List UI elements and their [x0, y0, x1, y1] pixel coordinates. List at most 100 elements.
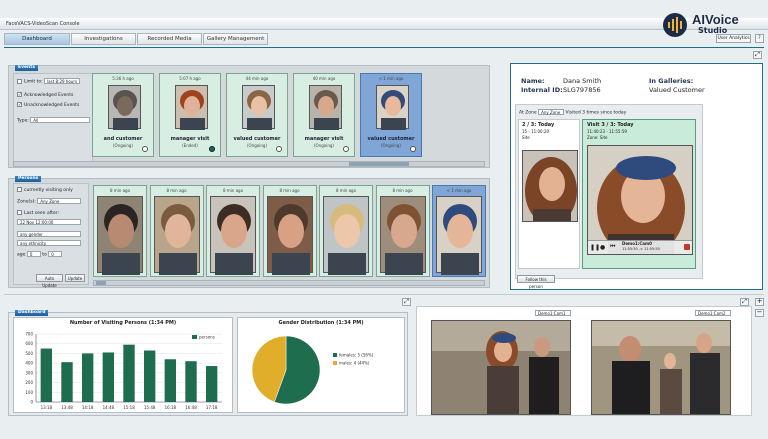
legend-label: males: 4 (44%) — [339, 361, 370, 366]
type-label: Type: — [17, 118, 29, 124]
event-face-art — [180, 90, 205, 130]
visit-3-video[interactable]: ❚❚ ● ⏮ Demo1:Cam0 11:55:30 -> 11:55:50 — [587, 145, 693, 255]
bar-chart-svg: 0 100 200 300 400 500 600 700 13:18 13:48 14:18 14:… — [25, 332, 222, 410]
event-card[interactable]: 44 min ago valued customer (Ongoing) — [226, 73, 288, 157]
zone-select[interactable]: Any Zone — [37, 198, 82, 204]
last-seen-row[interactable]: Last seen after: — [17, 210, 59, 216]
visit-3-card[interactable]: Visit 3 / 3: Today 11:40:23 - 11:55:59 Z… — [582, 119, 696, 269]
event-card[interactable]: 5:36 h ago and customer (Ongoing) — [92, 73, 154, 157]
update-button[interactable]: Update — [65, 274, 85, 282]
cam-time: 11:55:30 -> 11:55:50 — [622, 247, 660, 251]
tab-gallery-management[interactable]: Gallery Management — [203, 33, 268, 45]
person-face-art — [271, 204, 310, 275]
acknowledge-radio[interactable] — [209, 146, 215, 152]
limit-to-row[interactable]: Limit to: last 8:29 hours — [17, 78, 81, 85]
person-card[interactable]: 8 min ago — [93, 185, 147, 277]
follow-person-button[interactable]: Follow this person — [517, 275, 555, 289]
pause-icon[interactable]: ❚❚ — [590, 244, 600, 251]
camera-2-view[interactable] — [591, 320, 731, 415]
user-analytics-button[interactable]: User Analytics — [716, 34, 751, 43]
age-from-input[interactable]: 0 — [26, 251, 41, 257]
bar — [143, 350, 156, 402]
persons-scroll-thumb[interactable] — [96, 281, 106, 285]
help-button[interactable]: ? — [755, 34, 764, 43]
bar — [61, 362, 73, 402]
zone-label: Zone(s): — [17, 199, 36, 205]
acknowledged-row[interactable]: ✓ Acknowledged Events — [17, 92, 73, 98]
events-scrollbar[interactable] — [13, 161, 485, 167]
y-tick-label: 600 — [25, 341, 33, 346]
y-tick-label: 300 — [25, 370, 33, 375]
event-card[interactable]: 40 min ago manager visit (Ongoing) — [293, 73, 355, 157]
remove-icon[interactable]: − — [755, 309, 764, 317]
event-card[interactable]: 5:07 h ago manager visit (Ended) — [159, 73, 221, 157]
person-face-art — [102, 204, 140, 275]
persons-panel: Persons currently visiting only Zone(s):… — [8, 176, 490, 288]
tab-recorded-media[interactable]: Recorded Media — [137, 33, 202, 45]
pie-chart-svg: females: 5 (56%) males: 4 (44%) — [251, 335, 374, 405]
tab-divider — [4, 47, 764, 48]
person-card[interactable]: 8 min ago — [375, 185, 430, 277]
last-seen-label: Last seen after: — [24, 211, 60, 216]
visit-2-card[interactable]: 2 / 3: Today 15 - 11:00:20 Site — [518, 119, 580, 269]
person-face-art — [384, 204, 423, 275]
event-face-art — [113, 90, 138, 130]
person-face-art — [441, 204, 479, 275]
person-card[interactable]: 8 min ago — [206, 185, 260, 277]
persons-scrollbar[interactable] — [93, 280, 485, 286]
unacknowledged-checkbox[interactable]: ✓ — [17, 102, 22, 108]
dashboard-expand-icon[interactable]: ⤢ — [402, 298, 411, 306]
event-label: manager visit — [304, 136, 344, 142]
camera-2-select[interactable]: Demo1:Cam2 — [695, 310, 731, 316]
last-seen-checkbox[interactable] — [17, 210, 22, 215]
rewind-icon[interactable]: ⏮ — [610, 243, 615, 251]
tab-dashboard[interactable]: Dashboard — [4, 33, 70, 45]
event-label: valued customer — [233, 136, 281, 142]
age-row: age 0 to 0 — [17, 251, 63, 258]
visits-zone-select[interactable]: Any Zone — [538, 109, 565, 115]
last-seen-value-row: 22 Nov 12:00:00 — [17, 219, 81, 226]
bar — [123, 344, 135, 402]
event-card[interactable]: < 1 min ago valued customer (Ongoing) — [360, 73, 422, 157]
events-scroll-thumb[interactable] — [349, 162, 409, 166]
person-card[interactable]: < 1 min ago — [432, 185, 486, 277]
acknowledge-radio[interactable] — [142, 146, 148, 152]
acknowledged-checkbox[interactable]: ✓ — [17, 92, 22, 98]
person-card[interactable]: 8 min ago — [262, 185, 317, 277]
person-face-image — [379, 196, 426, 275]
unacknowledged-row[interactable]: ✓ Unacknowledged Events — [17, 102, 79, 108]
cam-label: Demo1:Cam0 — [622, 241, 652, 246]
person-face-image — [210, 196, 256, 275]
bottom-divider — [4, 294, 764, 295]
y-tick-label: 700 — [25, 332, 33, 337]
event-time: < 1 min ago — [378, 76, 404, 81]
person-time: < 1 min ago — [446, 188, 472, 193]
record-icon[interactable]: ● — [600, 244, 605, 251]
limit-select[interactable]: last 8:29 hours — [44, 78, 81, 84]
type-select[interactable]: All — [30, 117, 91, 123]
last-seen-input[interactable]: 22 Nov 12:00:00 — [17, 219, 81, 225]
add-icon[interactable]: + — [755, 298, 764, 306]
acknowledge-radio[interactable] — [276, 146, 282, 152]
auto-update-button[interactable]: Auto Update — [36, 274, 63, 288]
expand-icon[interactable]: ⤢ — [753, 51, 762, 59]
currently-visiting-row[interactable]: currently visiting only — [17, 187, 73, 193]
stop-icon[interactable] — [684, 244, 690, 250]
gender-select[interactable]: any gender — [17, 231, 81, 237]
person-card[interactable]: 8 min ago — [149, 185, 204, 277]
acknowledge-radio[interactable] — [343, 146, 349, 152]
tab-investigations[interactable]: Investigations — [71, 33, 136, 45]
limit-checkbox[interactable] — [17, 78, 22, 84]
camera-1-view[interactable] — [431, 320, 571, 415]
window-titlebar: FaceVACS-VideoScan Console — [0, 18, 768, 30]
currently-visiting-checkbox[interactable] — [17, 187, 22, 192]
visit-2-zone: Site — [522, 135, 530, 140]
ethnicity-select[interactable]: any ethnicity — [17, 240, 81, 246]
person-time: 8 min ago — [222, 188, 244, 193]
camera-expand-icon[interactable]: ⤢ — [740, 298, 749, 306]
dashboard-panel: Dashboard Number of Visiting Persons (1:… — [8, 310, 408, 416]
camera-1-select[interactable]: Demo1:Cam1 — [535, 310, 571, 316]
person-card[interactable]: 8 min ago — [319, 185, 373, 277]
age-to-input[interactable]: 0 — [48, 251, 63, 257]
acknowledge-radio[interactable] — [410, 146, 416, 152]
